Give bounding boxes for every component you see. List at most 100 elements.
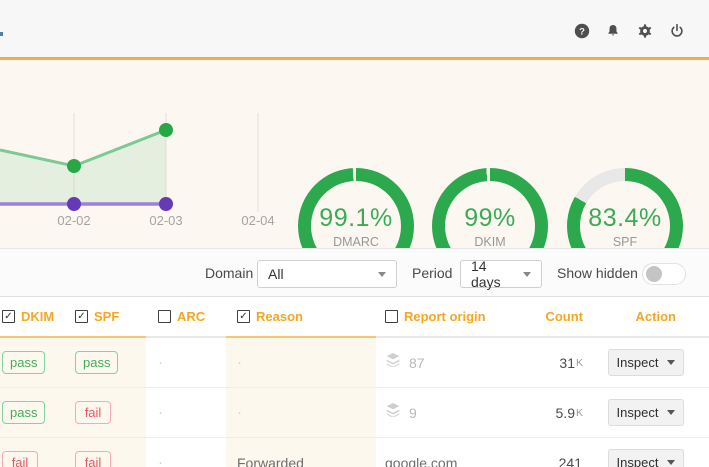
origin-report-count: 9: [409, 405, 417, 421]
column-header-count: Count: [540, 297, 595, 338]
chevron-down-icon: [667, 460, 675, 465]
report-origin-cell: 87: [376, 338, 540, 387]
power-icon[interactable]: [669, 23, 685, 39]
arc-value: ·: [158, 404, 163, 421]
dkim-cell: pass: [0, 338, 75, 387]
spf-cell: fail: [75, 438, 146, 467]
action-cell: Inspect: [595, 388, 709, 437]
count-value: 241: [559, 455, 582, 467]
top-bar: ?: [0, 0, 709, 57]
inspect-button[interactable]: Inspect: [608, 449, 684, 467]
svg-text:02-04: 02-04: [241, 213, 274, 228]
chevron-down-icon: [667, 360, 675, 365]
dkim-cell: pass: [0, 388, 75, 437]
count-column-label: Count: [545, 309, 583, 324]
origin-domain: google.com: [385, 455, 457, 467]
show-hidden-label: Show hidden: [557, 265, 638, 281]
column-header-action: Action: [595, 297, 709, 338]
dkim-cell: fail: [0, 438, 75, 467]
column-header-reason: Reason: [226, 297, 376, 338]
trend-chart-svg: 02-02 02-03 02-04: [0, 60, 290, 248]
dkim-result-badge: fail: [2, 451, 38, 467]
arc-value: ·: [158, 354, 163, 371]
report-origin-column-checkbox[interactable]: [385, 310, 398, 323]
action-column-label: Action: [636, 309, 676, 324]
spf-cell: pass: [75, 338, 146, 387]
help-icon[interactable]: ?: [574, 23, 590, 39]
spf-result-badge: fail: [75, 401, 111, 424]
reason-column-checkbox[interactable]: [237, 310, 250, 323]
donut-dkim-value: 99%: [464, 204, 516, 233]
table-header-row: DKIM SPF ARC Reason Report origin Count: [0, 297, 709, 338]
spf-result-badge: fail: [75, 451, 111, 467]
summary-section: 02-0202-0302-04 99.1% DMARC 99% DKIM 83.…: [0, 60, 709, 248]
filter-bar: Domain All Period 14 days Show hidden: [0, 248, 709, 297]
action-cell: Inspect: [595, 438, 709, 467]
svg-text:02-02: 02-02: [57, 213, 90, 228]
dmarc-dashboard: ? 02-02 02-03 02-04: [0, 0, 709, 467]
reports-table: DKIM SPF ARC Reason Report origin Count: [0, 297, 709, 467]
column-header-dkim: DKIM: [0, 297, 75, 338]
inspect-button-label: Inspect: [617, 405, 659, 420]
domain-select[interactable]: All: [257, 260, 397, 288]
count-cell: 31 K: [540, 338, 595, 387]
table-row: fail fail · Forwarded google.com 241: [0, 438, 709, 467]
domain-select-value: All: [268, 266, 370, 282]
reason-cell: ·: [226, 338, 376, 387]
arc-cell: ·: [146, 438, 226, 467]
svg-text:02-03: 02-03: [149, 213, 182, 228]
spf-column-checkbox[interactable]: [75, 310, 88, 323]
period-filter-label: Period: [412, 265, 452, 281]
logo-fragment: [0, 32, 3, 36]
count-value: 5.9: [556, 405, 575, 421]
table-row: pass pass · · 87 31 K: [0, 338, 709, 388]
dkim-result-badge: pass: [2, 351, 45, 374]
chevron-down-icon: [667, 410, 675, 415]
reason-column-label: Reason: [256, 309, 303, 324]
chevron-down-icon: [523, 272, 531, 277]
inspect-button[interactable]: Inspect: [608, 349, 684, 376]
arc-cell: ·: [146, 338, 226, 387]
domain-filter-label: Domain: [205, 265, 253, 281]
reason-cell: Forwarded: [226, 438, 376, 467]
layers-icon: [385, 403, 409, 422]
report-origin-cell: 9: [376, 388, 540, 437]
count-suffix: K: [576, 407, 583, 419]
origin-report-count: 87: [409, 355, 425, 371]
reason-value: ·: [237, 354, 242, 371]
column-header-arc: ARC: [146, 297, 226, 338]
spf-column-label: SPF: [94, 309, 119, 324]
dkim-column-label: DKIM: [21, 309, 54, 324]
count-value: 31: [559, 355, 575, 371]
inspect-button-label: Inspect: [617, 355, 659, 370]
toggle-knob: [646, 266, 662, 282]
report-origin-cell: google.com: [376, 438, 540, 467]
donut-dkim-label: DKIM: [474, 235, 505, 249]
gear-icon[interactable]: [637, 23, 653, 39]
layers-icon: [385, 353, 409, 372]
donut-spf-value: 83.4%: [588, 204, 661, 233]
action-cell: Inspect: [595, 338, 709, 387]
inspect-button[interactable]: Inspect: [608, 399, 684, 426]
spf-cell: fail: [75, 388, 146, 437]
column-header-report-origin: Report origin: [376, 297, 540, 338]
count-cell: 5.9 K: [540, 388, 595, 437]
arc-value: ·: [158, 454, 163, 467]
svg-text:?: ?: [579, 26, 585, 37]
show-hidden-toggle[interactable]: [642, 263, 686, 285]
donut-dmarc-label: DMARC: [333, 235, 379, 249]
inspect-button-label: Inspect: [617, 455, 659, 467]
count-cell: 241: [540, 438, 595, 467]
chevron-down-icon: [378, 272, 386, 277]
reason-value: ·: [237, 404, 242, 421]
arc-cell: ·: [146, 388, 226, 437]
arc-column-checkbox[interactable]: [158, 310, 171, 323]
dkim-column-checkbox[interactable]: [2, 310, 15, 323]
spf-result-badge: pass: [75, 351, 118, 374]
donut-spf-label: SPF: [613, 235, 637, 249]
period-select-value: 14 days: [471, 258, 515, 290]
trend-chart: 02-02 02-03 02-04: [0, 60, 290, 248]
table-row: pass fail · · 9 5.9 K: [0, 388, 709, 438]
period-select[interactable]: 14 days: [460, 260, 542, 288]
bell-icon[interactable]: [605, 23, 621, 39]
